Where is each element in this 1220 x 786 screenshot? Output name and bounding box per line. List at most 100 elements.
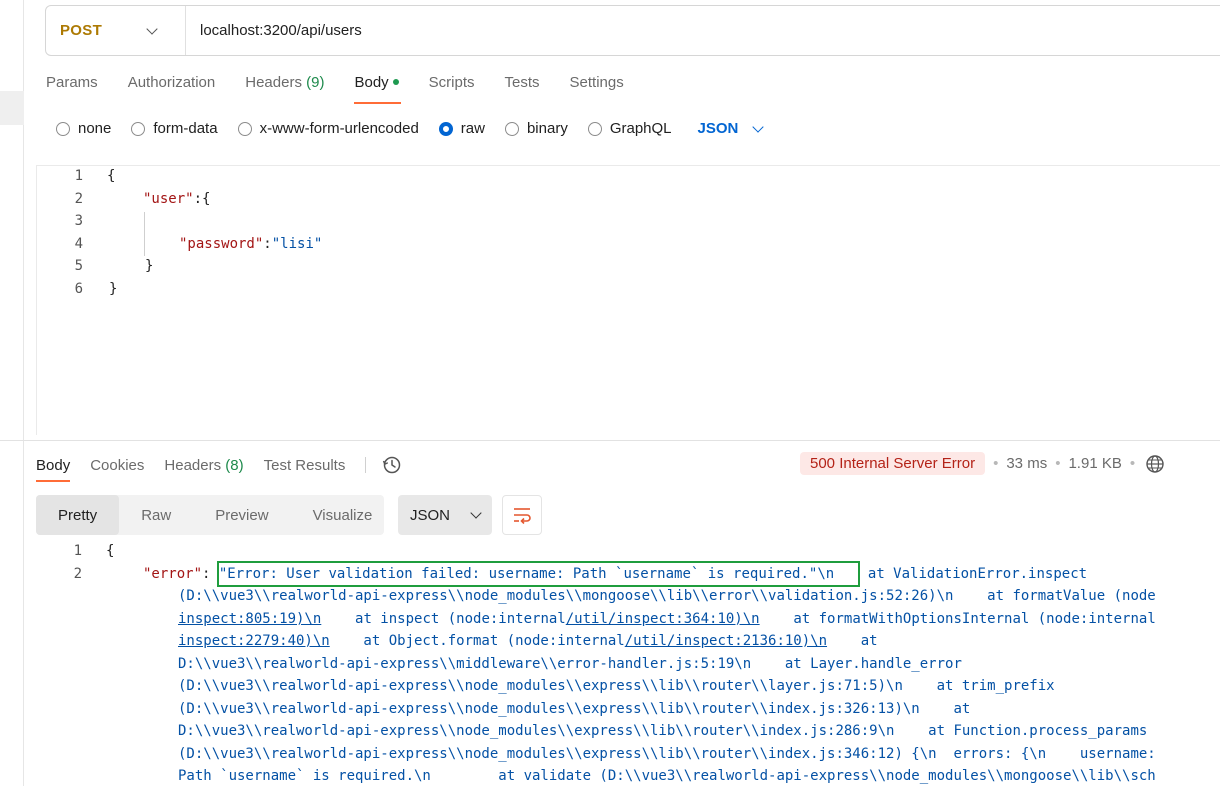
tab-label: Body xyxy=(36,456,71,474)
radio-icon xyxy=(504,121,519,136)
code-text: "user":{ xyxy=(143,191,210,213)
chevron-down-icon xyxy=(146,22,158,35)
divider xyxy=(365,457,367,473)
chevron-down-icon xyxy=(752,120,765,133)
radio-checked-icon xyxy=(438,121,453,136)
code-line: 3 xyxy=(37,213,83,235)
resp-tab-test-results[interactable]: Test Results xyxy=(264,457,346,474)
radio-icon xyxy=(237,121,252,136)
tab-headers[interactable]: Headers (9) xyxy=(245,74,324,96)
tab-tests[interactable]: Tests xyxy=(505,74,540,96)
response-body[interactable]: 1 { 2 "error": "Error: User validation f… xyxy=(36,541,1220,786)
json-punc: :{ xyxy=(193,191,211,207)
pane-divider[interactable] xyxy=(0,440,1220,441)
radio-raw[interactable]: raw xyxy=(438,120,485,137)
response-format-label: JSON xyxy=(410,506,451,524)
code-text: "password":"lisi" xyxy=(179,236,322,258)
radio-none[interactable]: none xyxy=(56,120,111,137)
resp-tab-body[interactable]: Body xyxy=(36,456,71,482)
tab-settings[interactable]: Settings xyxy=(570,74,624,96)
code-text: Path `username` is required.\n at valida… xyxy=(178,768,1156,784)
tab-authorization[interactable]: Authorization xyxy=(128,74,216,96)
code-line: 6 } xyxy=(37,281,118,303)
modified-dot-icon xyxy=(392,78,399,85)
code-text: "error": "Error: User validation failed:… xyxy=(143,566,1087,582)
radio-label: GraphQL xyxy=(609,120,672,137)
code-line: 2 "user":{ xyxy=(37,191,211,213)
request-tabs: Params Authorization Headers (9) Body Sc… xyxy=(46,74,654,104)
json-key: "password" xyxy=(179,236,264,252)
code-text: (D:\\vue3\\realworld-api-express\\node_m… xyxy=(178,678,1055,694)
line-number: 3 xyxy=(74,213,83,229)
separator-dot: • xyxy=(1055,455,1061,472)
tab-body[interactable]: Body xyxy=(354,74,401,104)
response-view-toggle: Pretty Raw Preview Visualize xyxy=(36,495,384,535)
code-link[interactable]: /util/inspect:364:10)\n xyxy=(566,611,760,627)
globe-icon[interactable] xyxy=(1145,454,1165,474)
json-value: "lisi" xyxy=(271,236,323,252)
code-text: at Object.format (node:internal xyxy=(329,633,625,649)
radio-urlencoded[interactable]: x-www-form-urlencoded xyxy=(237,120,419,137)
response-time[interactable]: 33 ms xyxy=(1006,455,1047,472)
radio-binary[interactable]: binary xyxy=(504,120,568,137)
request-body-editor[interactable]: 1 { 2 "user":{ 3 4 "password":"lisi" 5 }… xyxy=(36,165,1220,435)
code-link[interactable]: inspect:2279:40)\n xyxy=(178,633,330,649)
code-text: at formatWithOptionsInternal (node:inter… xyxy=(759,611,1156,627)
method-select[interactable]: POST xyxy=(46,6,186,55)
view-raw[interactable]: Raw xyxy=(119,495,193,535)
line-number: 1 xyxy=(73,543,82,559)
code-text: inspect:2279:40)\n at Object.format (nod… xyxy=(178,633,878,649)
response-status: 500 Internal Server Error • 33 ms • 1.91… xyxy=(800,452,1165,475)
response-format-select[interactable]: JSON xyxy=(398,495,492,535)
code-line: 4 "password":"lisi" xyxy=(37,236,323,258)
wrap-lines-button[interactable] xyxy=(502,495,542,535)
url-bar: POST localhost:3200/api/users xyxy=(45,5,1220,56)
resp-tab-headers[interactable]: Headers (8) xyxy=(164,457,243,474)
code-text: { xyxy=(107,168,116,184)
code-text: D:\\vue3\\realworld-api-express\\node_mo… xyxy=(178,723,1148,739)
code-link[interactable]: inspect:805:19)\n xyxy=(178,611,321,627)
tab-label: Headers xyxy=(245,74,302,91)
radio-label: x-www-form-urlencoded xyxy=(259,120,419,137)
code-text: } xyxy=(145,258,154,274)
code-text: (D:\\vue3\\realworld-api-express\\node_m… xyxy=(178,588,1156,604)
line-number: 5 xyxy=(74,258,83,274)
resp-tab-cookies[interactable]: Cookies xyxy=(90,457,144,474)
radio-graphql[interactable]: GraphQL xyxy=(587,120,672,137)
tab-label: Settings xyxy=(569,74,624,91)
line-number: 2 xyxy=(73,566,82,582)
status-badge[interactable]: 500 Internal Server Error xyxy=(800,452,986,475)
radio-form-data[interactable]: form-data xyxy=(131,120,218,137)
code-text: \n at ValidationError.inspect xyxy=(817,566,1088,582)
tab-params[interactable]: Params xyxy=(46,74,98,96)
code-text: { xyxy=(106,543,115,559)
tab-count: (8) xyxy=(225,456,244,474)
line-number: 2 xyxy=(74,191,83,207)
response-size[interactable]: 1.91 KB xyxy=(1068,455,1121,472)
code-text: inspect:805:19)\n at inspect (node:inter… xyxy=(178,611,1156,627)
line-number: 4 xyxy=(74,236,83,252)
url-input[interactable]: localhost:3200/api/users xyxy=(186,22,362,39)
response-tabs: Body Cookies Headers (8) Test Results xyxy=(36,455,402,482)
radio-icon xyxy=(131,121,146,136)
view-visualize[interactable]: Visualize xyxy=(291,495,395,535)
tab-scripts[interactable]: Scripts xyxy=(429,74,475,96)
separator-dot: • xyxy=(1129,455,1136,472)
line-number: 1 xyxy=(74,168,83,184)
view-preview[interactable]: Preview xyxy=(193,495,290,535)
json-punc: : xyxy=(263,236,272,252)
json-key: "error" xyxy=(143,566,203,582)
history-icon[interactable] xyxy=(382,455,402,475)
line-number: 6 xyxy=(74,281,83,297)
radio-label: raw xyxy=(460,120,485,137)
code-link[interactable]: /util/inspect:2136:10)\n xyxy=(625,633,827,649)
body-format-select[interactable]: JSON xyxy=(698,120,765,137)
tab-label: Cookies xyxy=(90,456,145,474)
view-pretty[interactable]: Pretty xyxy=(36,495,120,535)
code-text: } xyxy=(109,281,118,297)
json-punc: : xyxy=(202,566,219,582)
radio-label: none xyxy=(78,120,112,137)
tab-label: Authorization xyxy=(127,74,216,91)
rail-active-chip[interactable] xyxy=(0,91,24,125)
code-text: (D:\\vue3\\realworld-api-express\\node_m… xyxy=(178,701,971,717)
